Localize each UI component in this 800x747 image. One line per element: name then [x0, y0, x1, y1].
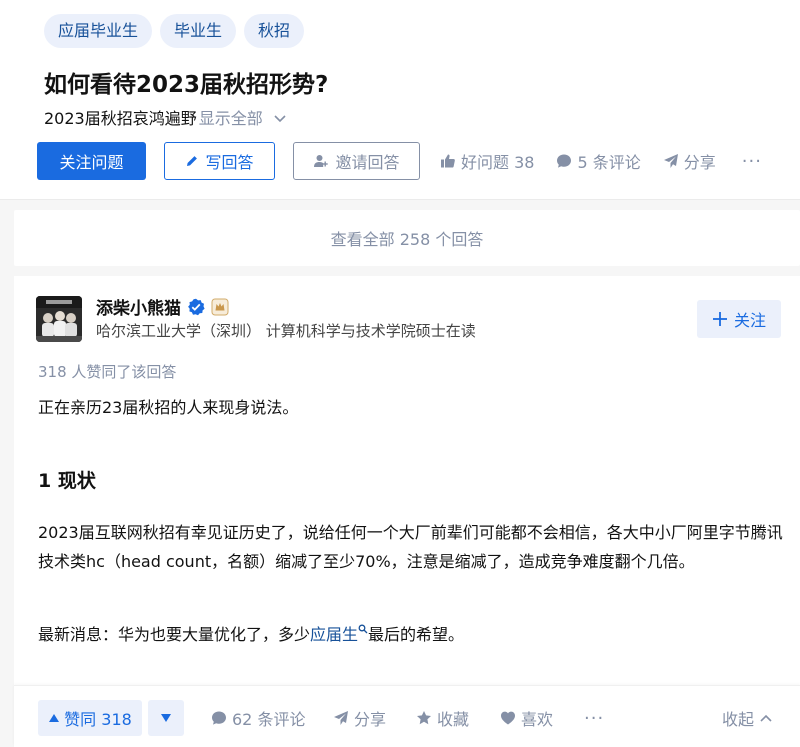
answer-action-bar: 赞同 318 62 条评论 分享 收藏 喜欢 ··· 收起	[14, 685, 800, 747]
topic-tags: 应届毕业生 毕业生 秋招	[44, 14, 305, 48]
heart-icon	[500, 710, 516, 726]
answer-paragraph: 2023届互联网秋招有幸见证历史了，说给任何一个大厂前辈们可能都不会相信，各大中…	[38, 523, 783, 571]
answer-card: 添柴小熊猫 哈尔滨工业大学（深圳） 计算机科学与技术学院硕士在读 关注 318 …	[14, 276, 800, 747]
show-all-link[interactable]: 显示全部	[199, 106, 263, 132]
like-button[interactable]: 喜欢	[500, 700, 553, 736]
question-actions: 关注问题 写回答 邀请回答 好问题 38 5 条评论 分享 ···	[37, 142, 762, 180]
triangle-up-icon	[48, 713, 60, 723]
answer-comments-label: 62 条评论	[232, 710, 306, 729]
write-answer-label: 写回答	[205, 153, 254, 172]
pencil-icon	[185, 154, 199, 168]
question-detail: 2023届秋招哀鸿遍野 显示全部	[44, 106, 287, 132]
follow-author-label: 关注	[733, 311, 766, 330]
news-prefix: 最新消息：华为也要大量优化了，多少	[38, 625, 311, 644]
question-comments-label: 5 条评论	[577, 153, 641, 172]
invite-answer-button[interactable]: 邀请回答	[293, 142, 420, 180]
collapse-label: 收起	[722, 710, 755, 729]
search-link-icon[interactable]	[358, 624, 368, 634]
question-card: 应届毕业生 毕业生 秋招 如何看待2023届秋招形势? 2023届秋招哀鸿遍野 …	[0, 0, 800, 200]
answer-heading: 1 现状	[38, 470, 96, 492]
topic-tag[interactable]: 应届毕业生	[44, 14, 153, 48]
question-title: 如何看待2023届秋招形势?	[44, 72, 329, 98]
follow-author-button[interactable]: 关注	[697, 300, 781, 338]
share-icon	[333, 710, 349, 726]
news-suffix: 最后的希望。	[368, 625, 465, 644]
author-name[interactable]: 添柴小熊猫	[96, 294, 181, 319]
question-share-button[interactable]: 分享	[663, 149, 716, 173]
question-detail-text: 2023届秋招哀鸿遍野	[44, 109, 197, 128]
upvote-button[interactable]: 赞同 318	[38, 700, 142, 736]
question-comments-button[interactable]: 5 条评论	[556, 149, 641, 173]
verified-badge-icon	[187, 298, 205, 316]
answer-news: 最新消息：华为也要大量优化了，多少应届生 最后的希望。	[38, 620, 783, 649]
answer-comments-button[interactable]: 62 条评论	[211, 700, 305, 736]
favorite-label: 收藏	[437, 710, 470, 729]
upvote-label: 赞同 318	[64, 710, 132, 729]
topic-tag[interactable]: 秋招	[244, 14, 305, 48]
answer-share-label: 分享	[354, 710, 387, 729]
downvote-button[interactable]	[148, 700, 184, 736]
favorite-button[interactable]: 收藏	[416, 700, 469, 736]
plus-icon	[712, 311, 728, 327]
good-question-button[interactable]: 好问题 38	[440, 149, 534, 173]
invite-answer-label: 邀请回答	[335, 153, 400, 172]
comment-icon	[556, 153, 572, 169]
vote-count-text: 318 人赞同了该回答	[38, 363, 177, 381]
follow-question-button[interactable]: 关注问题	[37, 142, 146, 180]
add-user-icon	[313, 153, 329, 169]
chevron-up-icon	[759, 713, 773, 723]
search-link[interactable]: 应届生	[310, 625, 358, 644]
thumbs-up-icon	[440, 153, 456, 169]
answer-share-button[interactable]: 分享	[333, 700, 386, 736]
question-share-label: 分享	[683, 153, 716, 172]
more-options-button[interactable]: ···	[742, 151, 762, 172]
topic-tag[interactable]: 毕业生	[160, 14, 237, 48]
triangle-down-icon	[160, 713, 172, 723]
chevron-down-icon[interactable]	[273, 114, 287, 124]
author-row: 添柴小熊猫	[96, 294, 229, 319]
star-icon	[416, 710, 432, 726]
view-all-answers-button[interactable]: 查看全部 258 个回答	[14, 210, 800, 266]
share-icon	[663, 153, 679, 169]
comment-icon	[211, 710, 227, 726]
good-question-label: 好问题 38	[461, 153, 535, 172]
answer-intro: 正在亲历23届秋招的人来现身说法。	[38, 398, 299, 417]
like-label: 喜欢	[521, 710, 554, 729]
collapse-button[interactable]: 收起	[722, 700, 773, 736]
write-answer-button[interactable]: 写回答	[164, 142, 275, 180]
answer-more-button[interactable]: ···	[584, 700, 604, 736]
avatar[interactable]	[36, 296, 82, 342]
creator-level-icon	[211, 298, 229, 316]
author-bio: 哈尔滨工业大学（深圳） 计算机科学与技术学院硕士在读	[96, 322, 476, 340]
